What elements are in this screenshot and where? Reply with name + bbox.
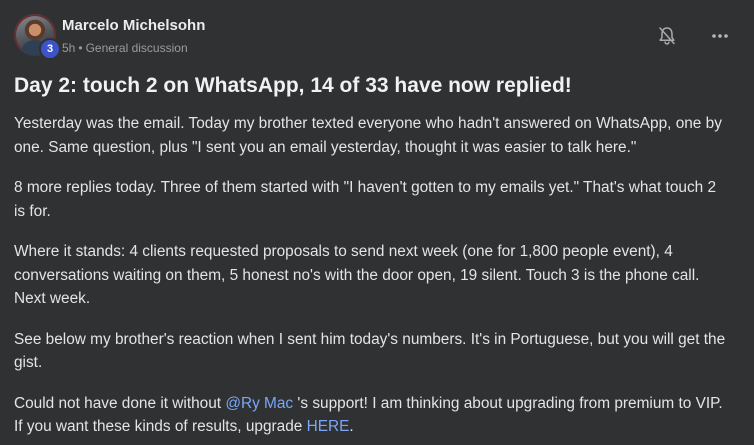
level-badge: 3	[39, 38, 61, 60]
post-meta: 5h • General discussion	[62, 41, 188, 55]
post-paragraph: See below my brother's reaction when I s…	[14, 330, 726, 372]
text-segment: .	[349, 418, 354, 435]
meta-separator: •	[78, 41, 83, 55]
post-card: 3 Marcelo Michelsohn 5h • General discussi…	[0, 0, 754, 445]
post-body: Yesterday was the email. Today my brothe…	[14, 112, 730, 445]
post-paragraph: 8 more replies today. Three of them star…	[14, 179, 717, 220]
post-category[interactable]: General discussion	[86, 41, 188, 55]
bell-off-icon[interactable]	[658, 26, 676, 46]
text-segment: Could not have done it without	[14, 394, 226, 412]
upgrade-link[interactable]: HERE	[307, 418, 350, 435]
post-paragraph: Yesterday was the email. Today my brothe…	[14, 115, 722, 156]
post-paragraph-last: Could not have done it without @Ry Mac '…	[14, 392, 730, 439]
post-time: 5h	[62, 41, 76, 55]
more-horizontal-icon[interactable]	[710, 26, 730, 46]
user-mention-link[interactable]: @Ry Mac	[225, 395, 293, 412]
post-header: 3 Marcelo Michelsohn 5h • General discussi…	[14, 14, 740, 62]
post-paragraph: Where it stands: 4 clients requested pro…	[14, 243, 700, 307]
post-title: Day 2: touch 2 on WhatsApp, 14 of 33 hav…	[14, 74, 572, 97]
author-name[interactable]: Marcelo Michelsohn	[62, 17, 205, 34]
